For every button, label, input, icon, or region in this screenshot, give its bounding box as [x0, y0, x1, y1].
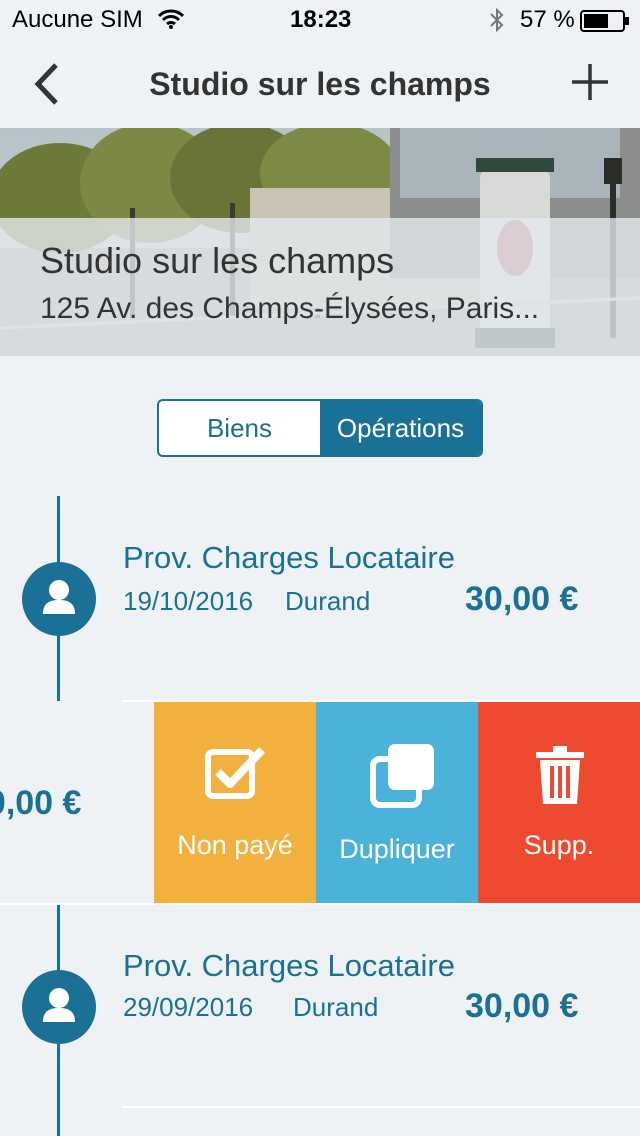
bluetooth-icon — [487, 7, 507, 38]
delete-label: Supp. — [523, 830, 595, 860]
not-paid-button[interactable]: Non payé — [154, 702, 316, 904]
navigation-bar: Studio sur les champs — [0, 40, 640, 128]
person-icon — [22, 970, 96, 1044]
list-item[interactable]: Prov. Charges Locataire 19/10/2016 Duran… — [0, 496, 640, 701]
operation-label: Prov. Charges Locataire — [123, 540, 455, 575]
property-name: Studio sur les champs — [40, 240, 395, 281]
divider — [122, 1106, 640, 1108]
operation-amount: 30,00 € — [465, 987, 579, 1025]
not-paid-label: Non payé — [177, 830, 293, 860]
tab-operations[interactable]: Opérations — [320, 401, 481, 455]
add-button[interactable] — [570, 62, 610, 107]
carrier-label: Aucune SIM — [12, 6, 143, 33]
duplicate-button[interactable]: Dupliquer — [316, 702, 478, 904]
operation-tenant: Durand — [285, 586, 371, 616]
operation-tenant: Durand — [293, 992, 379, 1022]
property-address: 125 Av. des Champs-Élysées, Paris... — [40, 292, 540, 325]
tab-biens[interactable]: Biens — [159, 401, 320, 455]
segmented-control: Biens Opérations — [157, 399, 483, 457]
duplicate-label: Dupliquer — [339, 834, 455, 864]
delete-button[interactable]: Supp. — [478, 702, 640, 904]
checkbox-icon — [204, 744, 268, 807]
trash-icon — [534, 746, 586, 811]
operation-date: 19/10/2016 — [123, 586, 254, 616]
operation-amount: 30,00 € — [465, 580, 579, 618]
status-bar: Aucune SIM 18:23 57 % — [0, 0, 640, 40]
clock-label: 18:23 — [290, 6, 352, 33]
duplicate-icon — [368, 740, 438, 815]
operation-amount: 70,00 € — [0, 784, 82, 822]
battery-icon — [580, 10, 630, 37]
person-icon — [22, 562, 96, 636]
operation-date: 29/09/2016 — [123, 992, 254, 1022]
battery-percent: 57 % — [520, 6, 575, 33]
list-item[interactable]: 70,00 € — [0, 702, 154, 904]
list-item[interactable]: Prov. Charges Locataire 29/09/2016 Duran… — [0, 905, 640, 1107]
operation-label: Prov. Charges Locataire — [123, 948, 455, 983]
property-info-band — [0, 218, 640, 356]
page-title: Studio sur les champs — [149, 66, 491, 102]
property-header: Studio sur les champs 125 Av. des Champs… — [0, 128, 640, 356]
wifi-icon — [157, 8, 185, 35]
